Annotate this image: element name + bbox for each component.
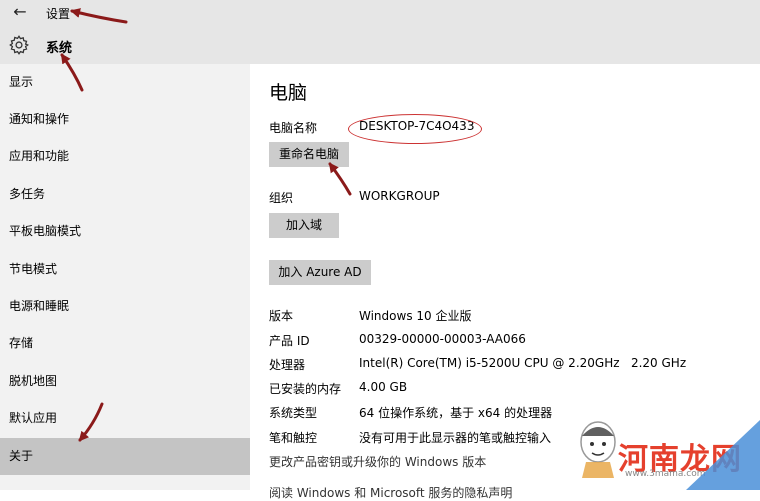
watermark-corner-badge: [686, 420, 760, 490]
arrow-to-section: [60, 53, 84, 92]
annotation-arrows: [60, 8, 352, 442]
arrow-to-rename: [328, 162, 352, 196]
arrow-to-about: [78, 402, 104, 442]
arrow-to-title: [70, 8, 128, 24]
watermark-avatar: [580, 421, 616, 478]
